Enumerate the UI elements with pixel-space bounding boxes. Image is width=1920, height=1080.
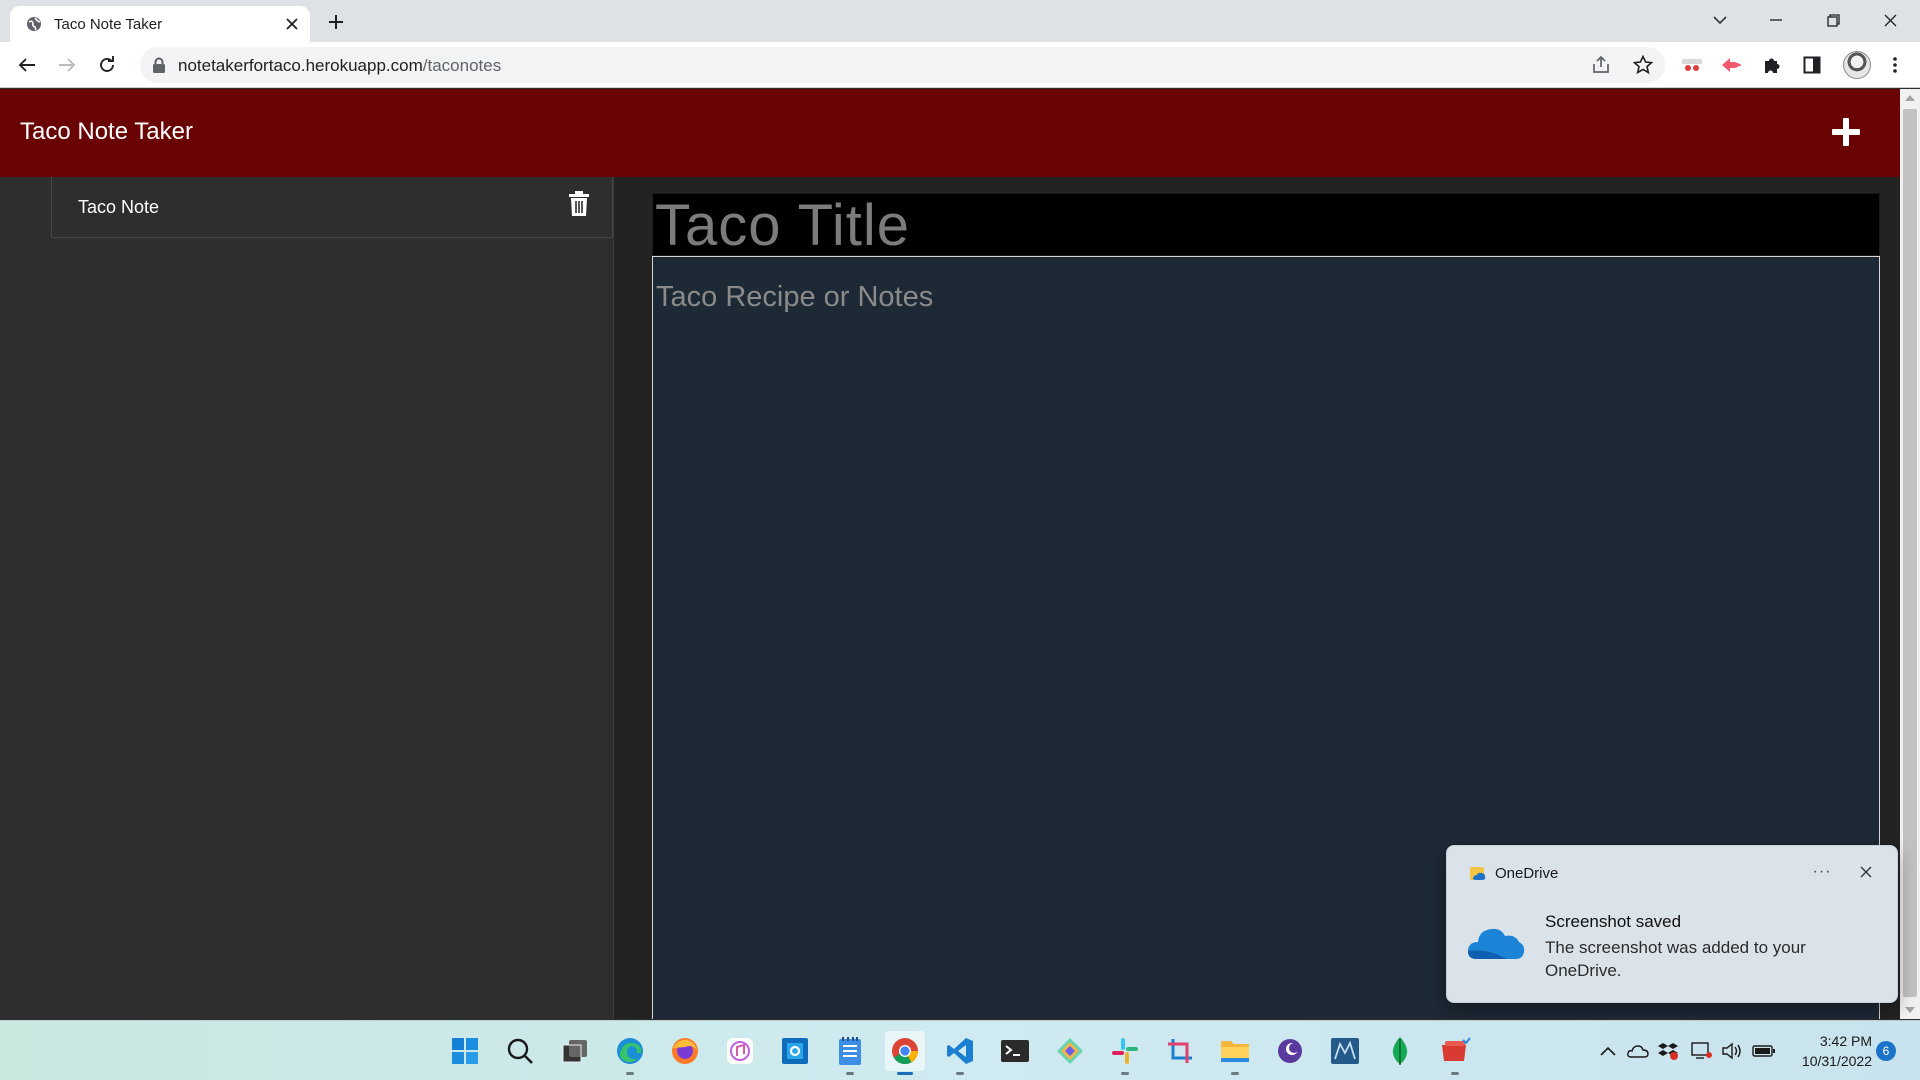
mongodb-compass-icon[interactable] (1380, 1031, 1420, 1071)
volume-icon[interactable] (1720, 1039, 1744, 1063)
pinned-app-icon[interactable] (1435, 1031, 1475, 1075)
task-view-icon[interactable] (555, 1031, 595, 1071)
new-note-plus-icon[interactable] (1830, 116, 1862, 148)
url-text: notetakerfortaco.herokuapp.com/taconotes (178, 56, 501, 76)
show-hidden-icons-chevron-icon[interactable] (1596, 1039, 1620, 1063)
app-brand[interactable]: Taco Note Taker (20, 118, 193, 146)
slack-running-indicator (1121, 1072, 1129, 1075)
notification-message: The screenshot was added to your OneDriv… (1545, 938, 1806, 980)
note-title: Taco Note (78, 197, 160, 217)
edge-icon[interactable] (610, 1031, 650, 1075)
more-options-icon[interactable]: ··· (1807, 858, 1837, 886)
close-window-icon[interactable] (1862, 0, 1918, 40)
vscode-running-indicator (956, 1072, 964, 1075)
notification-count-badge[interactable]: 6 (1876, 1041, 1896, 1061)
gitkraken-icon[interactable] (1050, 1031, 1090, 1071)
reload-icon[interactable] (91, 49, 123, 81)
scroll-down-arrow-icon[interactable] (1905, 1007, 1915, 1013)
extensions-puzzle-icon[interactable] (1760, 53, 1784, 77)
note-title-placeholder: Taco Title (655, 193, 910, 258)
chrome-icon[interactable] (885, 1031, 925, 1075)
chrome-running-indicator (897, 1072, 913, 1075)
forward-icon[interactable] (51, 49, 83, 81)
mysql-workbench-icon[interactable] (1325, 1031, 1365, 1071)
notification-title: Screenshot saved (1545, 912, 1682, 931)
network-icon[interactable] (1690, 1039, 1714, 1063)
dropbox-tray-icon[interactable] (1656, 1039, 1680, 1063)
trash-icon[interactable] (568, 191, 590, 217)
onedrive-small-icon (1470, 867, 1486, 880)
restore-icon[interactable] (1805, 0, 1861, 40)
browser-toolbar: notetakerfortaco.herokuapp.com/taconotes (0, 42, 1920, 88)
firefox-icon[interactable] (665, 1031, 705, 1071)
terminal-icon[interactable] (995, 1031, 1035, 1071)
outlook-icon[interactable] (775, 1031, 815, 1071)
new-tab-icon[interactable] (322, 8, 350, 36)
close-notification-icon[interactable] (1852, 858, 1880, 886)
tab-search-chevron-icon[interactable] (1692, 0, 1748, 40)
note-body-placeholder: Taco Recipe or Notes (656, 281, 934, 313)
onedrive-cloud-icon (1467, 928, 1525, 959)
url-host: notetakerfortaco.herokuapp.com (178, 56, 423, 75)
notepad-icon[interactable] (830, 1031, 870, 1075)
edge-running-indicator (626, 1072, 634, 1075)
notepad-running-indicator (846, 1072, 854, 1075)
bookmark-star-icon[interactable] (1631, 53, 1655, 77)
page-scrollbar[interactable] (1900, 89, 1920, 1019)
address-bar[interactable]: notetakerfortaco.herokuapp.com/taconotes (140, 47, 1665, 83)
windows-taskbar: 3:42 PM 10/31/2022 6 (0, 1020, 1920, 1080)
lock-icon (153, 57, 165, 73)
back-icon[interactable] (11, 49, 43, 81)
browser-tab-strip: Taco Note Taker (0, 0, 1920, 42)
app-navbar: Taco Note Taker (0, 89, 1900, 177)
search-icon[interactable] (500, 1031, 540, 1071)
snipping-tool-icon[interactable] (1160, 1031, 1200, 1071)
globe-icon (27, 17, 41, 31)
note-list-item[interactable]: Taco Note (51, 177, 613, 238)
scroll-up-arrow-icon[interactable] (1905, 95, 1915, 101)
note-title-input[interactable]: Taco Title (652, 193, 1880, 256)
scroll-thumb[interactable] (1903, 109, 1917, 997)
itunes-icon[interactable] (720, 1031, 760, 1071)
vscode-icon[interactable] (940, 1031, 980, 1075)
side-panel-icon[interactable] (1800, 53, 1824, 77)
tab-title: Taco Note Taker (54, 16, 163, 33)
extension-1-icon[interactable] (1680, 53, 1704, 77)
taskbar-clock-date[interactable]: 10/31/2022 (1794, 1053, 1872, 1069)
battery-icon[interactable] (1752, 1039, 1776, 1063)
profile-avatar[interactable] (1843, 51, 1871, 79)
notes-sidebar: Taco Note (0, 177, 614, 1019)
share-icon[interactable] (1589, 53, 1613, 77)
browser-menu-icon[interactable] (1883, 53, 1907, 77)
url-path: /taconotes (422, 56, 502, 75)
extension-2-icon[interactable] (1720, 53, 1744, 77)
file-explorer-icon[interactable] (1215, 1031, 1255, 1075)
tab-close-icon[interactable] (280, 12, 304, 36)
minimize-icon[interactable] (1748, 0, 1804, 40)
notification-app-name: OneDrive (1495, 865, 1559, 882)
onedrive-tray-icon[interactable] (1626, 1039, 1650, 1063)
browser-tab[interactable]: Taco Note Taker (10, 6, 310, 42)
taskbar-clock-time[interactable]: 3:42 PM (1794, 1033, 1872, 1049)
start-windows-icon[interactable] (445, 1031, 485, 1071)
pinned-app-running-indicator (1451, 1072, 1459, 1075)
tor-browser-icon[interactable] (1270, 1031, 1310, 1071)
slack-icon[interactable] (1105, 1031, 1145, 1075)
explorer-running-indicator (1231, 1072, 1239, 1075)
onedrive-notification[interactable]: OneDrive ··· Screenshot saved The screen… (1446, 845, 1898, 1003)
